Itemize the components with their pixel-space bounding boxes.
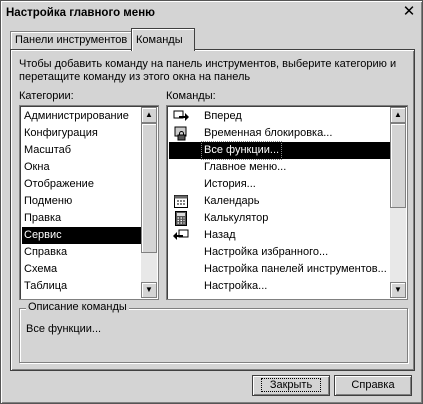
calculator-icon (173, 211, 189, 226)
description-legend: Описание команды (26, 301, 129, 313)
user-settings-icon (173, 296, 189, 297)
command-item-label: Главное меню... (204, 161, 287, 173)
category-item[interactable]: Правка (22, 210, 141, 227)
description-text: Все функции... (26, 323, 102, 335)
category-item[interactable]: Подменю (22, 193, 141, 210)
lock-icon (173, 126, 189, 141)
command-item[interactable]: Календарь (169, 193, 390, 210)
scroll-up-icon[interactable]: ▲ (141, 107, 157, 123)
commands-scrollbar[interactable]: ▲ ▼ (390, 107, 406, 298)
command-item-label: Настройка избранного... (204, 246, 329, 258)
command-item[interactable]: Вперед (169, 108, 390, 125)
tab-toolbars-label: Панели инструментов (15, 34, 128, 46)
scrollbar-thumb[interactable] (141, 123, 157, 253)
command-item[interactable]: Все функции... (169, 141, 390, 160)
category-item[interactable]: Справка (22, 244, 141, 261)
calendar-icon (173, 194, 189, 209)
command-item-label: Настройка панелей инструментов... (204, 263, 387, 275)
command-description-group: Описание команды Все функции... (19, 301, 408, 363)
category-item[interactable]: Масштаб (22, 142, 141, 159)
tab-commands[interactable]: Команды (131, 28, 195, 51)
commands-list[interactable]: Вперед Временная блокировка... Все функции… (166, 105, 408, 300)
category-item[interactable]: Схема (22, 261, 141, 278)
command-item-label: История... (204, 178, 256, 190)
command-item-label: Калькулятор (204, 212, 269, 224)
title-bar[interactable]: Настройка главного меню ✕ (4, 4, 419, 22)
category-item[interactable]: Отображение (22, 176, 141, 193)
back-arrow-icon (173, 228, 189, 243)
category-item[interactable]: Конфигурация (22, 125, 141, 142)
command-item-label: Вперед (204, 110, 242, 122)
help-button[interactable]: Справка (334, 375, 412, 396)
close-icon[interactable]: ✕ (401, 4, 417, 20)
category-item[interactable]: Текст (22, 295, 141, 297)
categories-label: Категории: (19, 90, 74, 102)
scrollbar-thumb[interactable] (390, 123, 406, 208)
commands-label: Команды: (166, 90, 216, 102)
command-item-label: Календарь (204, 195, 260, 207)
tab-toolbars[interactable]: Панели инструментов (10, 31, 132, 50)
tab-commands-label: Команды (136, 34, 183, 46)
command-item-label: Настройка... (204, 280, 268, 292)
command-item-label: Все функции... (200, 141, 283, 160)
command-item[interactable]: Временная блокировка... (169, 125, 390, 142)
scroll-up-icon[interactable]: ▲ (390, 107, 406, 123)
command-item-label: Параметры пользователя... (202, 295, 347, 297)
categories-list[interactable]: Администрирование Конфигурация Масштаб Окна… (19, 105, 159, 300)
customize-menu-dialog: Настройка главного меню ✕ Панели инструм… (0, 0, 423, 404)
category-item[interactable]: Таблица (22, 278, 141, 295)
command-item[interactable]: Настройка панелей инструментов... (169, 261, 390, 278)
help-button-label: Справка (351, 379, 395, 391)
scroll-down-icon[interactable]: ▼ (390, 282, 406, 298)
instructions-text: Чтобы добавить команду на панель инструм… (19, 58, 397, 83)
scroll-down-icon[interactable]: ▼ (141, 282, 157, 298)
category-item[interactable]: Окна (22, 159, 141, 176)
commands-tab-panel: Чтобы добавить команду на панель инструм… (10, 49, 415, 371)
close-button-label: Закрыть (260, 378, 322, 392)
categories-scrollbar[interactable]: ▲ ▼ (141, 107, 157, 298)
category-item[interactable]: Администрирование (22, 108, 141, 125)
command-item[interactable]: Калькулятор (169, 210, 390, 227)
command-item[interactable]: Главное меню... (169, 159, 390, 176)
window-title: Настройка главного меню (6, 7, 155, 19)
command-item[interactable]: Настройка избранного... (169, 244, 390, 261)
command-item-label: Назад (204, 229, 236, 241)
command-item[interactable]: Настройка... (169, 278, 390, 295)
forward-arrow-icon (173, 109, 189, 124)
command-item-label: Временная блокировка... (204, 127, 333, 139)
close-button[interactable]: Закрыть (252, 375, 330, 396)
command-item[interactable]: Назад (169, 227, 390, 244)
command-item[interactable]: История... (169, 176, 390, 193)
category-item[interactable]: Сервис (22, 227, 141, 244)
command-item[interactable]: Параметры пользователя... (169, 295, 390, 297)
